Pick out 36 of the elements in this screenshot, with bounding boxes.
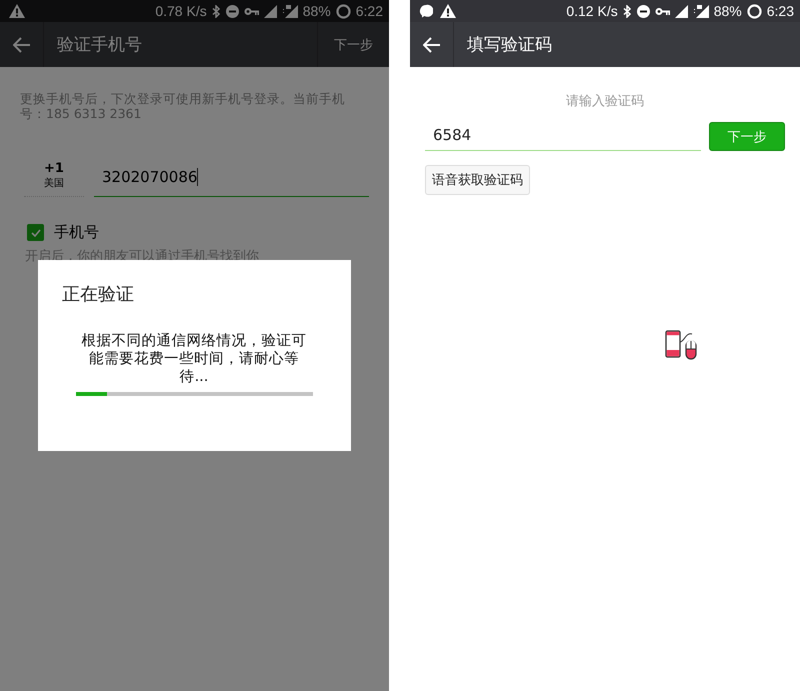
network-speed: 0.12 K/s	[566, 3, 618, 19]
checkmark-icon	[30, 228, 40, 236]
bluetooth-icon	[622, 4, 632, 18]
chat-bubble-icon	[419, 4, 433, 18]
phone-and-mouse-icon	[665, 330, 697, 360]
description-text: 更换手机号后，下次登录可使用新手机号登录。当前手机号：185 6313 2361	[20, 91, 346, 121]
bluetooth-icon	[212, 4, 221, 18]
signal-icon	[264, 4, 277, 18]
key-icon	[244, 6, 259, 16]
warning-icon	[440, 4, 456, 18]
page-title: 验证手机号	[57, 34, 143, 56]
phone-number-field[interactable]: 3202070086	[94, 168, 369, 197]
warning-icon	[9, 4, 25, 18]
back-arrow-icon[interactable]	[422, 36, 440, 52]
clock: 6:23	[766, 3, 794, 19]
checkbox-label: 手机号	[54, 223, 99, 242]
clock: 6:22	[356, 3, 383, 19]
battery-ring-icon	[746, 4, 762, 18]
next-step-button[interactable]: 下一步	[709, 122, 785, 151]
network-speed: 0.78 K/s	[155, 3, 207, 19]
battery-percent: 88%	[714, 3, 742, 19]
do-not-disturb-icon	[226, 4, 239, 18]
page-title: 填写验证码	[467, 34, 553, 56]
battery-percent: 88%	[302, 3, 331, 19]
next-step-button[interactable]: 下一步	[317, 22, 389, 67]
dialog-message: 根据不同的通信网络情况，验证可能需要花费一些时间，请耐心等待...	[80, 332, 308, 386]
prompt-text: 请输入验证码	[565, 93, 645, 110]
code-input-field[interactable]: 6584	[425, 126, 701, 151]
checkbox[interactable]	[27, 224, 44, 241]
do-not-disturb-icon	[636, 4, 650, 18]
signal-icon	[674, 4, 688, 18]
key-icon	[654, 6, 670, 16]
battery-ring-icon	[336, 4, 351, 18]
voice-code-button[interactable]: 语音获取验证码	[425, 165, 530, 195]
country-code-selector[interactable]: +1 美国	[24, 161, 84, 197]
dialog-title: 正在验证	[62, 283, 135, 306]
